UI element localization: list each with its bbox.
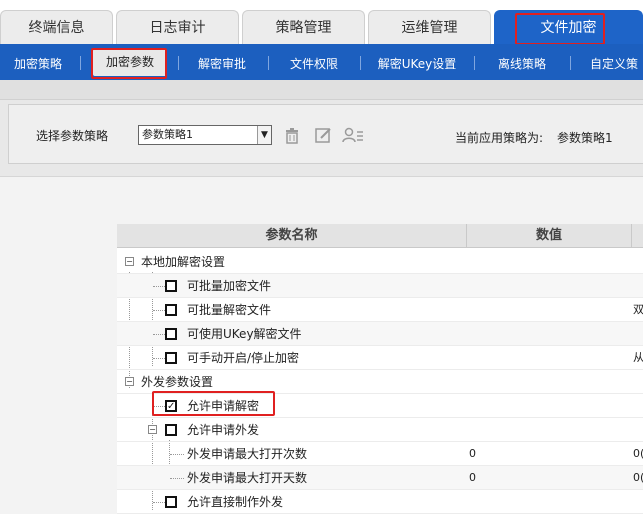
collapse-icon[interactable]: − [148,425,157,434]
row-value[interactable]: 0 [469,466,476,490]
select-label: 选择参数策略 [36,129,109,143]
checkbox[interactable] [165,328,177,340]
checkbox[interactable] [165,424,177,436]
trash-icon[interactable] [282,125,302,145]
subnav-label: 自定义策 [590,57,639,71]
subnav-ukey-settings[interactable]: 解密UKey设置 [368,44,466,80]
row-label: 可批量加密文件 [187,279,272,293]
subnav-offline-policy[interactable]: 离线策略 [484,44,560,80]
row-label: 外发申请最大打开次数 [187,447,308,461]
divider [268,56,269,70]
truncated-value: 0( [633,447,643,460]
tree-line [153,334,165,335]
tree-line [153,358,165,359]
highlight-box [515,13,605,45]
current-policy-value: 参数策略1 [557,131,613,145]
tree-leaf-row[interactable]: 外发申请最大打开天数 0 0( [117,466,643,490]
tab-terminal-info[interactable]: 终端信息 [0,10,113,44]
row-label: 允许申请外发 [187,423,260,437]
divider [570,56,571,70]
band [0,80,643,100]
current-policy-label: 当前应用策略为: [455,131,544,145]
edit-icon[interactable] [313,125,333,145]
divider [178,56,179,70]
tab-ops-management[interactable]: 运维管理 [368,10,491,44]
subnav-label: 解密审批 [197,57,246,71]
checkbox[interactable] [165,496,177,508]
tree-item-row[interactable]: 可手动开启/停止加密 从 [117,346,643,370]
highlight-box [152,391,275,416]
subnav-encrypt-policy[interactable]: 加密策略 [4,44,72,80]
subnav-decrypt-approval[interactable]: 解密审批 [186,44,258,80]
truncated-value: 双 [633,303,643,316]
collapse-icon[interactable]: − [125,377,134,386]
param-toolbar: 选择参数策略 参数策略1 ▼ 当前应用策略为: 参数策略1 [8,104,643,164]
subnav-label: 解密UKey设置 [377,57,457,71]
divider [360,56,361,70]
subnav-file-permission[interactable]: 文件权限 [278,44,350,80]
divider [474,56,475,70]
truncated-value: 0( [633,471,643,484]
tree-line [153,502,165,503]
param-grid: 参数名称 数值 − 本地加解密设置 可批量加密文件 可批量解密文件 双 可使用U… [117,224,643,514]
top-tab-bar: 终端信息 日志审计 策略管理 运维管理 文件加密 [0,0,643,45]
grid-header: 参数名称 数值 [117,224,643,248]
subnav-label: 加密策略 [13,57,62,71]
tab-label: 终端信息 [28,20,85,36]
row-value[interactable]: 0 [469,442,476,466]
collapse-icon[interactable]: − [125,257,134,266]
tree-line [170,454,184,455]
checkbox[interactable] [165,304,177,316]
subnav-label: 文件权限 [289,57,338,71]
checkbox[interactable] [165,352,177,364]
tree-item-row[interactable]: 允许直接制作外发 [117,490,643,514]
row-label: 允许直接制作外发 [187,495,284,509]
tree-group-row[interactable]: − 本地加解密设置 [117,250,643,274]
tab-log-audit[interactable]: 日志审计 [116,10,239,44]
row-label: 可手动开启/停止加密 [187,351,300,365]
chevron-down-icon[interactable]: ▼ [257,126,271,144]
row-label: 可批量解密文件 [187,303,272,317]
checkbox[interactable] [165,280,177,292]
subnav-label: 离线策略 [497,57,546,71]
tree-line [170,478,184,479]
tab-policy-management[interactable]: 策略管理 [242,10,365,44]
tree-item-row[interactable]: 可批量解密文件 双 [117,298,643,322]
tab-label: 日志审计 [149,20,206,36]
row-label: 本地加解密设置 [141,255,226,269]
select-value: 参数策略1 [142,128,193,141]
header-value[interactable]: 数值 [467,224,631,248]
header-param-name[interactable]: 参数名称 [117,224,466,248]
truncated-value: 从 [633,351,643,364]
tab-label: 运维管理 [401,20,458,36]
divider [80,56,81,70]
tree-line [153,286,165,287]
tab-label: 策略管理 [275,20,332,36]
tree-subgroup-row[interactable]: − 允许申请外发 [117,418,643,442]
row-label: 外发申请最大打开天数 [187,471,308,485]
sub-nav-bar: 加密策略 加密参数 解密审批 文件权限 解密UKey设置 离线策略 自定义策 [0,44,643,80]
user-list-icon[interactable] [342,125,363,145]
highlight-box [91,48,167,79]
tree-leaf-row[interactable]: 外发申请最大打开次数 0 0( [117,442,643,466]
tree-item-row[interactable]: 可批量加密文件 [117,274,643,298]
row-label: 可使用UKey解密文件 [187,327,302,341]
divider [631,224,632,248]
param-policy-select[interactable]: 参数策略1 ▼ [138,125,272,145]
tree-item-row[interactable]: 可使用UKey解密文件 [117,322,643,346]
tree-line [153,310,165,311]
subnav-custom[interactable]: 自定义策 [580,44,643,80]
